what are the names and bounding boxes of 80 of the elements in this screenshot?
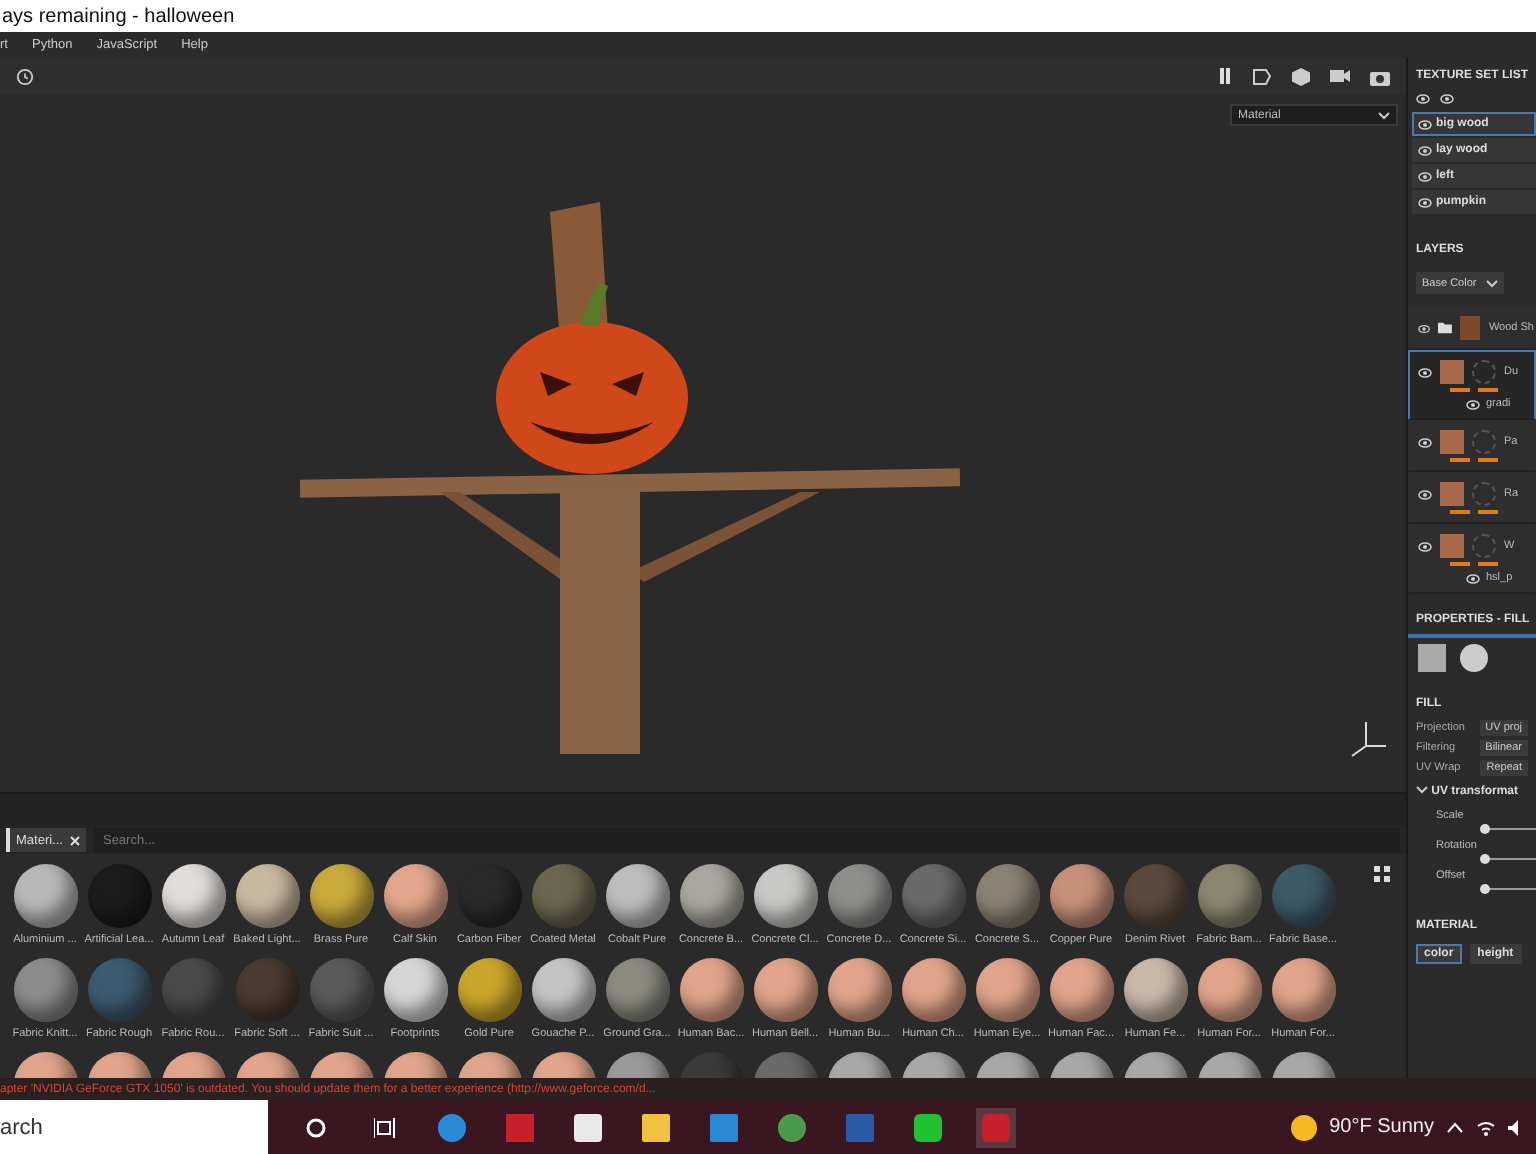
history-icon[interactable] — [16, 67, 34, 85]
pause-icon[interactable] — [1218, 68, 1232, 84]
wifi-icon[interactable] — [1476, 1119, 1496, 1135]
material-thumbnail[interactable] — [605, 958, 669, 1022]
material-thumbnail[interactable] — [235, 864, 299, 928]
material-thumbnail[interactable] — [975, 864, 1039, 928]
material-thumbnail[interactable] — [827, 958, 891, 1022]
visibility-icon[interactable] — [1418, 171, 1432, 181]
mask-icon — [1472, 430, 1496, 454]
material-thumbnail[interactable] — [1049, 864, 1113, 928]
close-icon[interactable] — [70, 835, 81, 845]
material-thumbnail[interactable] — [87, 958, 151, 1022]
visibility-icon[interactable] — [1418, 323, 1431, 333]
window-title: ays remaining - halloween — [0, 5, 235, 27]
cube-icon[interactable] — [1292, 67, 1310, 85]
slider-thumb[interactable] — [1480, 854, 1490, 864]
chevron-up-icon[interactable] — [1446, 1121, 1464, 1133]
screenshot-icon[interactable] — [1370, 67, 1390, 85]
layer-thumbnail — [1440, 482, 1464, 506]
material-thumbnail[interactable] — [827, 864, 891, 928]
material-thumbnail[interactable] — [13, 864, 77, 928]
circle-icon[interactable] — [306, 1117, 326, 1137]
visibility-icon[interactable] — [1466, 399, 1480, 409]
material-thumbnail[interactable] — [309, 864, 373, 928]
layer-thumbnail — [1440, 430, 1464, 454]
material-thumbnail[interactable] — [1123, 958, 1187, 1022]
material-thumbnail[interactable] — [383, 958, 447, 1022]
sun-icon — [1289, 1113, 1318, 1141]
slider-thumb[interactable] — [1480, 824, 1490, 834]
material-thumbnail[interactable] — [605, 864, 669, 928]
material-thumbnail[interactable] — [975, 958, 1039, 1022]
visibility-icon[interactable] — [1418, 119, 1432, 129]
frame-icon[interactable] — [1252, 67, 1272, 85]
camera-icon[interactable] — [1330, 68, 1350, 84]
chevron-down-icon — [1378, 111, 1390, 119]
visibility-icon[interactable] — [1418, 541, 1432, 551]
material-thumbnail[interactable] — [383, 864, 447, 928]
material-thumbnail[interactable] — [1049, 958, 1113, 1022]
visibility-icon[interactable] — [1440, 94, 1454, 104]
material-thumbnail[interactable] — [1271, 864, 1335, 928]
taskbar-search-field[interactable]: arch — [0, 1100, 268, 1154]
layer-thumbnail — [1440, 534, 1464, 558]
mask-icon — [1472, 482, 1496, 506]
material-thumbnail[interactable] — [1123, 864, 1187, 928]
material-thumbnail[interactable] — [753, 864, 817, 928]
material-thumbnail[interactable] — [531, 864, 595, 928]
material-thumbnail[interactable] — [901, 864, 965, 928]
task-view-icon[interactable] — [373, 1117, 395, 1137]
chevron-down-icon — [1486, 279, 1498, 287]
mask-icon — [1472, 534, 1496, 558]
mask-icon — [1472, 360, 1496, 384]
material-thumbnail[interactable] — [753, 958, 817, 1022]
material-thumbnail[interactable] — [235, 958, 299, 1022]
material-thumbnail[interactable] — [1197, 958, 1261, 1022]
layer-thumbnail — [1440, 360, 1464, 384]
material-thumbnail[interactable] — [679, 958, 743, 1022]
material-thumbnail[interactable] — [901, 958, 965, 1022]
visibility-icon[interactable] — [1418, 489, 1432, 499]
hide-icon[interactable] — [1416, 94, 1430, 104]
settings-tab-icon[interactable] — [1416, 642, 1448, 674]
grid-view-icon[interactable] — [1374, 866, 1390, 882]
layer-thumbnail — [1460, 316, 1481, 340]
weather-text: 90°F Sunny — [1329, 1116, 1434, 1138]
material-thumbnail[interactable] — [87, 864, 151, 928]
visibility-icon[interactable] — [1418, 145, 1432, 155]
visibility-icon[interactable] — [1466, 573, 1480, 583]
material-tab-icon[interactable] — [1458, 642, 1490, 674]
slider-thumb[interactable] — [1480, 884, 1490, 894]
material-thumbnail[interactable] — [1197, 864, 1261, 928]
visibility-icon[interactable] — [1418, 197, 1432, 207]
material-thumbnail[interactable] — [309, 958, 373, 1022]
material-thumbnail[interactable] — [13, 958, 77, 1022]
visibility-icon[interactable] — [1418, 367, 1432, 377]
material-thumbnail[interactable] — [679, 864, 743, 928]
visibility-icon[interactable] — [1418, 437, 1432, 447]
chevron-down-icon — [1416, 786, 1428, 794]
material-thumbnail[interactable] — [161, 864, 225, 928]
material-thumbnail[interactable] — [531, 958, 595, 1022]
material-thumbnail[interactable] — [457, 958, 521, 1022]
material-thumbnail[interactable] — [1271, 958, 1335, 1022]
